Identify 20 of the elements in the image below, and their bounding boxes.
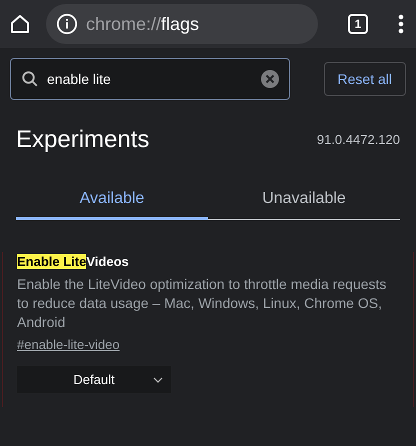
clear-icon[interactable] (260, 70, 279, 88)
tab[interactable]: Unavailable (208, 180, 400, 220)
tab[interactable]: Available (16, 180, 208, 220)
page-title: Experiments (16, 125, 150, 155)
url-text: chrome://flags (86, 12, 200, 36)
version-text: 91.0.4472.120 (316, 131, 400, 150)
flag-select[interactable]: Default (17, 366, 171, 393)
address-bar[interactable]: chrome://flags (46, 4, 318, 44)
search-text: enable lite (47, 70, 112, 88)
flag-title: Enable LiteVideos (17, 253, 129, 271)
info-icon[interactable] (56, 13, 78, 35)
reset-all-button[interactable]: Reset all (324, 62, 406, 96)
home-icon[interactable] (8, 12, 32, 36)
flag-link[interactable]: #enable-lite-video (17, 334, 120, 354)
search-field[interactable]: enable lite (10, 58, 290, 100)
search-icon (21, 70, 39, 88)
tab-count[interactable]: 1 (348, 14, 368, 34)
chevron-down-icon (153, 377, 163, 383)
flag-description: Enable the LiteVideo optimization to throttle media requests to reduce data usage – Mac, Windows, Linux, Chrome OS, Android (17, 274, 388, 332)
menu-icon[interactable] (398, 14, 404, 34)
